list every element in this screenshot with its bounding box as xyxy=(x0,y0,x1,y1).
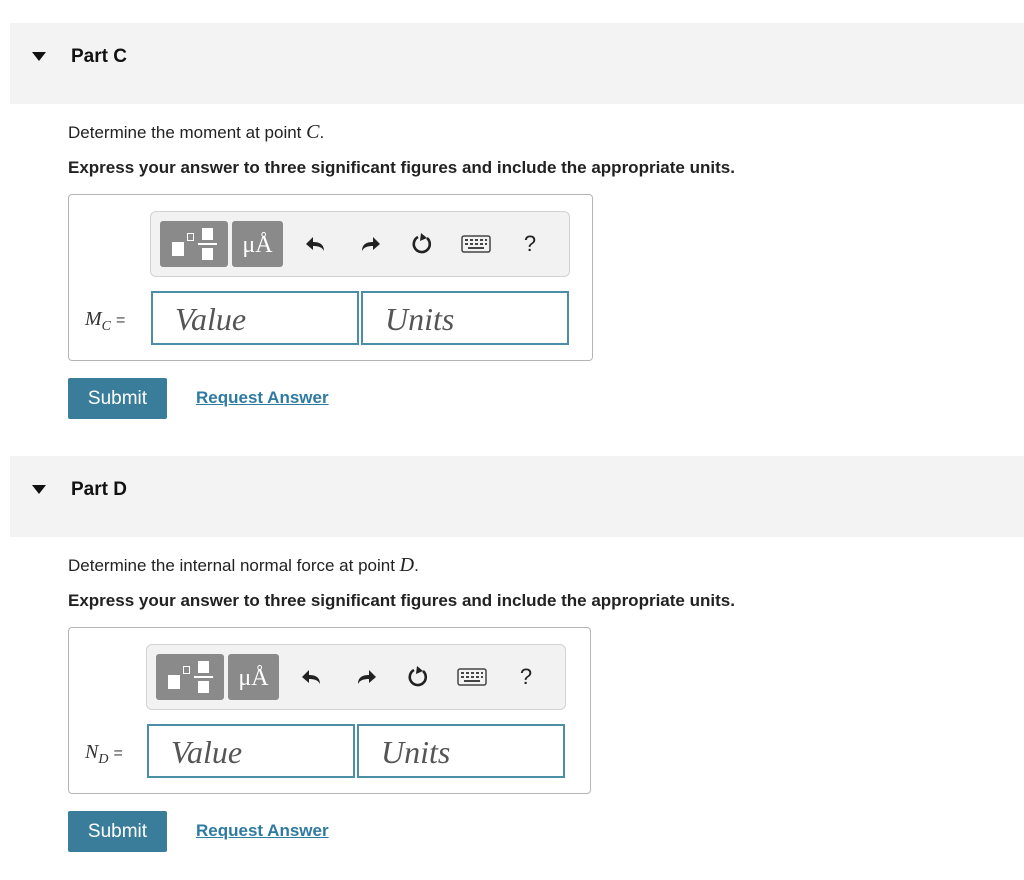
value-input[interactable]: Value xyxy=(151,291,359,345)
templates-button[interactable] xyxy=(156,654,224,700)
undo-icon[interactable] xyxy=(299,226,333,262)
units-placeholder: Units xyxy=(381,734,451,770)
variable-label: MC = xyxy=(85,308,126,334)
answer-box: μÅ ? MC = Value Units xyxy=(68,194,593,361)
variable-label: ND = xyxy=(85,741,123,767)
question-prompt: Determine the internal normal force at p… xyxy=(68,554,419,576)
part-c-header[interactable]: Part C xyxy=(10,23,1024,104)
help-icon[interactable]: ? xyxy=(509,659,543,695)
submit-button[interactable]: Submit xyxy=(68,378,167,419)
help-icon[interactable]: ? xyxy=(513,226,547,262)
answer-instructions: Express your answer to three significant… xyxy=(68,591,735,610)
answer-instructions: Express your answer to three significant… xyxy=(68,158,735,177)
keyboard-icon[interactable] xyxy=(459,226,493,262)
math-toolbar: μÅ ? xyxy=(150,211,570,277)
request-answer-link[interactable]: Request Answer xyxy=(196,388,329,408)
caret-down-icon[interactable] xyxy=(32,52,46,61)
reset-icon[interactable] xyxy=(401,659,435,695)
undo-icon[interactable] xyxy=(295,659,329,695)
units-input[interactable]: Units xyxy=(357,724,565,778)
value-input[interactable]: Value xyxy=(147,724,355,778)
units-placeholder: Units xyxy=(385,301,455,337)
redo-icon[interactable] xyxy=(349,659,383,695)
question-prompt: Determine the moment at point C. xyxy=(68,121,325,143)
reset-icon[interactable] xyxy=(405,226,439,262)
keyboard-icon[interactable] xyxy=(455,659,489,695)
templates-button[interactable] xyxy=(160,221,228,267)
redo-icon[interactable] xyxy=(353,226,387,262)
part-d-header[interactable]: Part D xyxy=(10,456,1024,537)
submit-button[interactable]: Submit xyxy=(68,811,167,852)
units-button[interactable]: μÅ xyxy=(228,654,279,700)
units-input[interactable]: Units xyxy=(361,291,569,345)
part-title: Part D xyxy=(71,479,127,500)
value-placeholder: Value xyxy=(171,734,243,770)
math-toolbar: μÅ ? xyxy=(146,644,566,710)
request-answer-link[interactable]: Request Answer xyxy=(196,821,329,841)
caret-down-icon[interactable] xyxy=(32,485,46,494)
part-title: Part C xyxy=(71,46,127,67)
value-placeholder: Value xyxy=(175,301,247,337)
answer-box: μÅ ? ND = Value Units xyxy=(68,627,591,794)
units-button[interactable]: μÅ xyxy=(232,221,283,267)
